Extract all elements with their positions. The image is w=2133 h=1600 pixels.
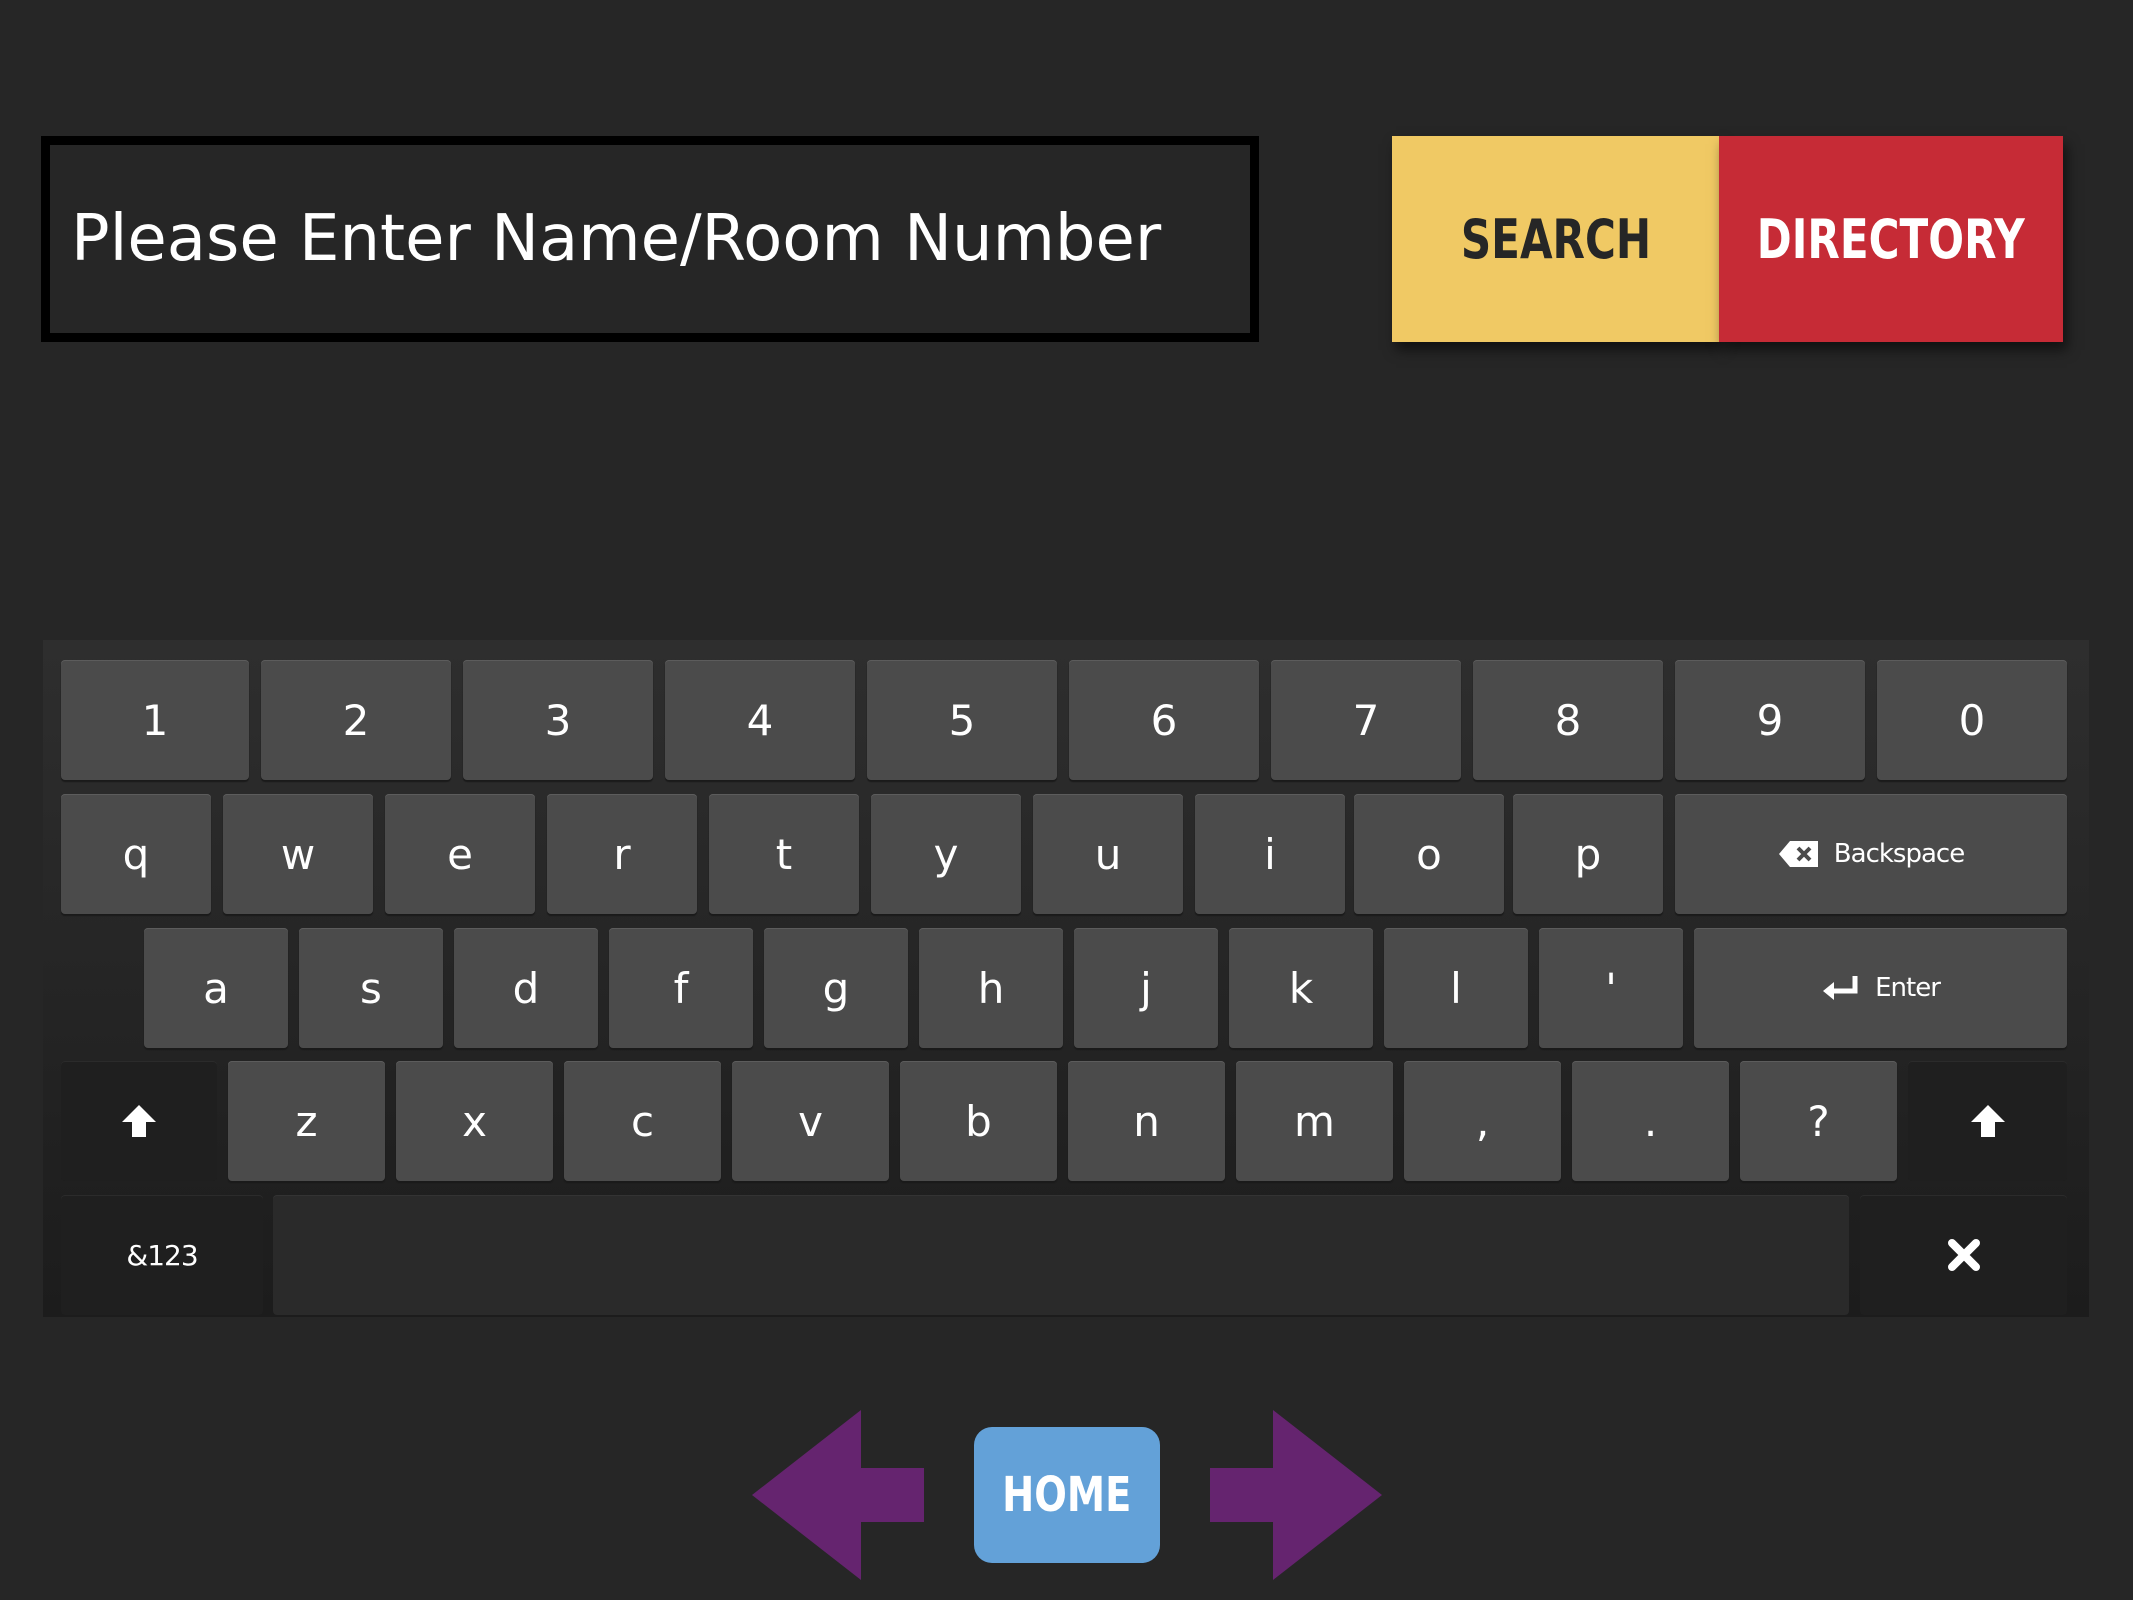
key-m[interactable]: m	[1236, 1061, 1393, 1181]
key-6[interactable]: 6	[1069, 660, 1259, 780]
search-button[interactable]: SEARCH	[1392, 136, 1719, 342]
key-u[interactable]: u	[1033, 794, 1183, 914]
left-arrow-icon[interactable]	[752, 1410, 924, 1580]
key-g[interactable]: g	[764, 928, 908, 1048]
backspace-key-label: Backspace	[1833, 839, 1965, 869]
key-k[interactable]: k	[1229, 928, 1373, 1048]
enter-key-label: Enter	[1875, 973, 1941, 1003]
key-0[interactable]: 0	[1877, 660, 2067, 780]
right-arrow-icon[interactable]	[1210, 1410, 1382, 1580]
key-n[interactable]: n	[1068, 1061, 1225, 1181]
search-placeholder: Please Enter Name/Room Number	[71, 202, 1162, 276]
on-screen-keyboard: 1 2 3 4 5 6 7 8 9 0 q w e r t y u i o p …	[43, 640, 2089, 1317]
shift-key-right[interactable]	[1908, 1061, 2067, 1181]
key-4[interactable]: 4	[665, 660, 855, 780]
close-x-icon	[1947, 1239, 1980, 1271]
key-comma[interactable]: ,	[1404, 1061, 1561, 1181]
home-button[interactable]: HOME	[974, 1427, 1160, 1563]
key-9[interactable]: 9	[1675, 660, 1865, 780]
key-1[interactable]: 1	[61, 660, 249, 780]
key-period[interactable]: .	[1572, 1061, 1729, 1181]
key-2[interactable]: 2	[261, 660, 451, 780]
enter-key[interactable]: Enter	[1694, 928, 2067, 1048]
key-h[interactable]: h	[919, 928, 1063, 1048]
key-d[interactable]: d	[454, 928, 598, 1048]
key-i[interactable]: i	[1195, 794, 1345, 914]
key-w[interactable]: w	[223, 794, 373, 914]
key-z[interactable]: z	[228, 1061, 385, 1181]
directory-button[interactable]: DIRECTORY	[1719, 136, 2063, 342]
key-a[interactable]: a	[144, 928, 288, 1048]
key-5[interactable]: 5	[867, 660, 1057, 780]
close-keyboard-key[interactable]	[1860, 1195, 2067, 1315]
shift-up-arrow-icon	[122, 1105, 156, 1137]
space-bar[interactable]	[273, 1195, 1849, 1315]
key-apostrophe[interactable]: '	[1539, 928, 1683, 1048]
key-3[interactable]: 3	[463, 660, 653, 780]
key-l[interactable]: l	[1384, 928, 1528, 1048]
key-question-mark[interactable]: ?	[1740, 1061, 1897, 1181]
directory-button-label: DIRECTORY	[1757, 207, 2025, 271]
key-v[interactable]: v	[732, 1061, 889, 1181]
key-j[interactable]: j	[1074, 928, 1218, 1048]
key-s[interactable]: s	[299, 928, 443, 1048]
symbols-key[interactable]: &123	[61, 1195, 263, 1315]
key-y[interactable]: y	[871, 794, 1021, 914]
shift-key-left[interactable]	[61, 1061, 217, 1181]
shift-up-arrow-icon	[1970, 1105, 2005, 1137]
key-b[interactable]: b	[900, 1061, 1057, 1181]
key-t[interactable]: t	[709, 794, 859, 914]
key-8[interactable]: 8	[1473, 660, 1663, 780]
search-button-label: SEARCH	[1460, 207, 1651, 271]
search-input[interactable]: Please Enter Name/Room Number	[41, 136, 1259, 342]
key-f[interactable]: f	[609, 928, 753, 1048]
key-p[interactable]: p	[1513, 794, 1663, 914]
key-c[interactable]: c	[564, 1061, 721, 1181]
backspace-icon	[1778, 841, 1818, 867]
key-e[interactable]: e	[385, 794, 535, 914]
backspace-key[interactable]: Backspace	[1675, 794, 2067, 914]
home-button-label: HOME	[1002, 1467, 1132, 1523]
key-q[interactable]: q	[61, 794, 211, 914]
key-r[interactable]: r	[547, 794, 697, 914]
symbols-key-label: &123	[126, 1238, 198, 1272]
key-7[interactable]: 7	[1271, 660, 1461, 780]
key-x[interactable]: x	[396, 1061, 553, 1181]
enter-return-icon	[1823, 976, 1858, 1000]
key-o[interactable]: o	[1354, 794, 1504, 914]
